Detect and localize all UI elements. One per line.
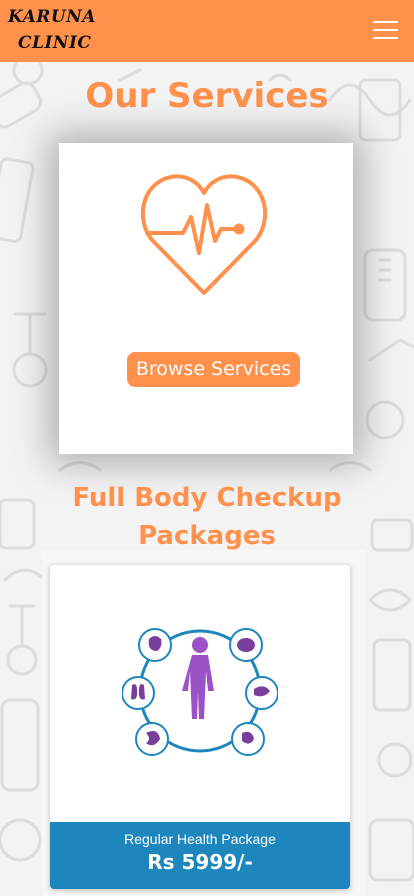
- services-card: Browse Services: [59, 143, 353, 454]
- package-price: Rs 5999/-: [147, 850, 253, 874]
- brand-logo[interactable]: KARUNA CLINIC: [8, 9, 96, 52]
- navbar: KARUNA CLINIC: [0, 0, 414, 62]
- services-title: Our Services: [85, 76, 329, 116]
- heart-pulse-icon: [140, 174, 268, 295]
- brand-line2: CLINIC: [18, 33, 92, 53]
- human-body-organs-icon: [122, 628, 278, 756]
- hamburger-menu-icon[interactable]: [373, 21, 398, 40]
- browse-services-button[interactable]: Browse Services: [127, 352, 300, 387]
- package-name: Regular Health Package: [124, 831, 276, 847]
- packages-title: Full Body Checkup Packages: [72, 483, 342, 551]
- package-footer: Regular Health Package Rs 5999/-: [50, 822, 350, 889]
- package-card[interactable]: Regular Health Package Rs 5999/-: [50, 565, 350, 889]
- brand-line1: KARUNA: [8, 7, 96, 27]
